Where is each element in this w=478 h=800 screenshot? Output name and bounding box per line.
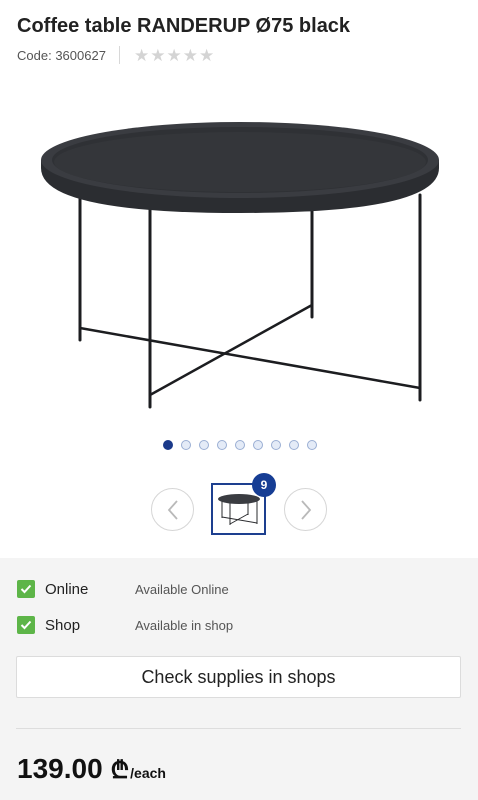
gallery-dot[interactable] bbox=[289, 440, 299, 450]
product-image[interactable] bbox=[20, 95, 460, 425]
availability-online-row: Online Available Online bbox=[17, 579, 229, 599]
gallery-dot[interactable] bbox=[163, 440, 173, 450]
coffee-table-image bbox=[41, 122, 439, 409]
availability-shop-row: Shop Available in shop bbox=[17, 615, 233, 635]
star-icon[interactable]: ★ bbox=[150, 47, 165, 64]
availability-label: Shop bbox=[45, 617, 81, 634]
price-amount: 139.00 bbox=[17, 753, 103, 784]
star-icon[interactable]: ★ bbox=[199, 47, 214, 64]
gallery-dot[interactable] bbox=[235, 440, 245, 450]
product-code: Code: 3600627 bbox=[17, 48, 106, 63]
thumbnail-table-image bbox=[217, 494, 260, 525]
gallery-dot[interactable] bbox=[217, 440, 227, 450]
gallery-dot[interactable] bbox=[307, 440, 317, 450]
gallery-dots bbox=[0, 440, 478, 450]
divider bbox=[16, 728, 461, 729]
price-unit: /each bbox=[130, 765, 166, 781]
product-title: Coffee table RANDERUP Ø75 black bbox=[17, 15, 351, 37]
gallery-next-button[interactable] bbox=[284, 488, 327, 531]
chevron-left-icon bbox=[167, 499, 178, 520]
star-icon[interactable]: ★ bbox=[183, 47, 198, 64]
price: 139.00 ₾ /each bbox=[17, 753, 166, 786]
star-icon[interactable]: ★ bbox=[166, 47, 181, 64]
availability-status: Available Online bbox=[135, 582, 229, 597]
gallery-dot[interactable] bbox=[199, 440, 209, 450]
meta-divider bbox=[118, 46, 120, 64]
gallery-dot[interactable] bbox=[271, 440, 281, 450]
checkmark-icon bbox=[17, 616, 35, 634]
rating-stars[interactable]: ★ ★ ★ ★ ★ bbox=[134, 47, 214, 64]
product-code-label: Code: bbox=[17, 47, 52, 63]
availability-status: Available in shop bbox=[135, 618, 234, 633]
availability-label: Online bbox=[45, 581, 89, 598]
currency-symbol: ₾ bbox=[110, 757, 130, 784]
availability-panel: Online Available Online Shop Available i… bbox=[0, 558, 478, 800]
gallery-dot[interactable] bbox=[253, 440, 263, 450]
product-meta: Code: 3600627 ★ ★ ★ ★ ★ bbox=[17, 45, 214, 65]
gallery-dot[interactable] bbox=[181, 440, 191, 450]
product-code-value: 3600627 bbox=[55, 47, 106, 63]
check-supplies-button[interactable]: Check supplies in shops bbox=[16, 656, 461, 698]
image-count-badge: 9 bbox=[252, 473, 276, 497]
chevron-right-icon bbox=[300, 499, 311, 520]
checkmark-icon bbox=[17, 580, 35, 598]
gallery-prev-button[interactable] bbox=[151, 488, 194, 531]
star-icon[interactable]: ★ bbox=[134, 47, 149, 64]
